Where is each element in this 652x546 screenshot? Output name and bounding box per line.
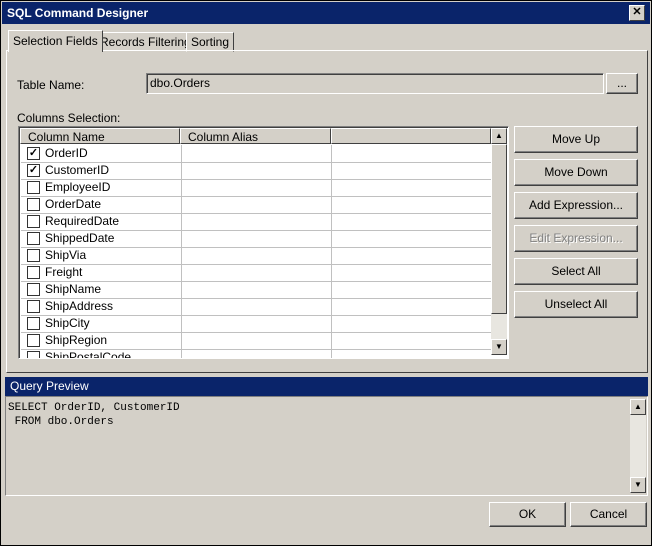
table-row[interactable]: ShippedDate bbox=[21, 230, 491, 248]
sql-command-designer-window: SQL Command Designer ✕ Selection Fields … bbox=[0, 0, 652, 546]
column-checkbox[interactable] bbox=[27, 249, 40, 262]
table-row[interactable]: Freight bbox=[21, 264, 491, 282]
cell-divider bbox=[181, 213, 182, 230]
column-name-cell: Freight bbox=[45, 265, 83, 279]
query-preview-header: Query Preview bbox=[5, 377, 648, 396]
title-bar: SQL Command Designer ✕ bbox=[2, 2, 650, 24]
cell-divider bbox=[331, 332, 332, 349]
cell-divider bbox=[331, 281, 332, 298]
grid-scrollbar[interactable]: ▲ ▼ bbox=[491, 128, 507, 355]
column-name-cell: ShipCity bbox=[45, 316, 90, 330]
query-preview-scrollbar[interactable]: ▲ ▼ bbox=[630, 399, 646, 493]
column-checkbox[interactable] bbox=[27, 334, 40, 347]
column-checkbox[interactable]: ✓ bbox=[27, 164, 40, 177]
cell-divider bbox=[331, 349, 332, 358]
tab-selection-fields[interactable]: Selection Fields bbox=[8, 30, 103, 52]
cell-divider bbox=[331, 247, 332, 264]
table-row[interactable]: EmployeeID bbox=[21, 179, 491, 197]
cell-divider bbox=[181, 230, 182, 247]
select-all-button[interactable]: Select All bbox=[514, 258, 638, 285]
cell-divider bbox=[331, 179, 332, 196]
table-row[interactable]: ShipCity bbox=[21, 315, 491, 333]
column-name-cell: ShippedDate bbox=[45, 231, 115, 245]
cell-divider bbox=[181, 179, 182, 196]
cell-divider bbox=[331, 230, 332, 247]
down-arrow-icon[interactable]: ▼ bbox=[630, 477, 646, 493]
close-button[interactable]: ✕ bbox=[629, 5, 645, 21]
column-checkbox[interactable] bbox=[27, 215, 40, 228]
down-arrow-icon[interactable]: ▼ bbox=[491, 339, 507, 355]
cell-divider bbox=[181, 332, 182, 349]
column-checkbox[interactable] bbox=[27, 351, 40, 358]
table-name-label: Table Name: bbox=[17, 78, 85, 92]
cell-divider bbox=[181, 162, 182, 179]
column-checkbox[interactable] bbox=[27, 181, 40, 194]
cell-divider bbox=[181, 315, 182, 332]
cell-divider bbox=[181, 281, 182, 298]
scroll-thumb[interactable] bbox=[491, 144, 507, 314]
table-row[interactable]: ShipRegion bbox=[21, 332, 491, 350]
browse-table-button[interactable]: ... bbox=[606, 73, 638, 94]
ok-button[interactable]: OK bbox=[489, 502, 566, 527]
column-name-cell: ShipPostalCode bbox=[45, 350, 132, 359]
column-name-cell: ShipVia bbox=[45, 248, 87, 262]
column-name-cell: ShipRegion bbox=[45, 333, 108, 347]
column-name-cell: EmployeeID bbox=[45, 180, 111, 194]
column-checkbox[interactable] bbox=[27, 266, 40, 279]
move-up-button[interactable]: Move Up bbox=[514, 126, 638, 153]
table-row[interactable]: ShipPostalCode bbox=[21, 349, 491, 359]
tab-records-filtering[interactable]: Records Filtering bbox=[95, 32, 196, 52]
cell-divider bbox=[331, 264, 332, 281]
cell-divider bbox=[331, 298, 332, 315]
move-down-button[interactable]: Move Down bbox=[514, 159, 638, 186]
column-checkbox[interactable] bbox=[27, 232, 40, 245]
table-row[interactable]: OrderDate bbox=[21, 196, 491, 214]
table-row[interactable]: ✓ OrderID bbox=[21, 145, 491, 163]
columns-grid: Column Name Column Alias ✓ OrderID ✓ Custom… bbox=[18, 126, 509, 359]
query-preview-box: SELECT OrderID, CustomerID FROM dbo.Orde… bbox=[5, 396, 648, 496]
table-row[interactable]: ShipVia bbox=[21, 247, 491, 265]
query-preview-text: SELECT OrderID, CustomerID FROM dbo.Orde… bbox=[8, 402, 180, 428]
cell-divider bbox=[181, 298, 182, 315]
column-header-alias[interactable]: Column Alias bbox=[180, 128, 331, 144]
column-header-filler bbox=[331, 128, 491, 144]
table-row[interactable]: ShipAddress bbox=[21, 298, 491, 316]
table-row[interactable]: ShipName bbox=[21, 281, 491, 299]
cell-divider bbox=[181, 196, 182, 213]
column-name-cell: ShipName bbox=[45, 282, 102, 296]
cell-divider bbox=[331, 315, 332, 332]
column-name-cell: RequiredDate bbox=[45, 214, 120, 228]
column-name-cell: OrderDate bbox=[45, 197, 102, 211]
tab-sorting[interactable]: Sorting bbox=[186, 32, 235, 52]
cell-divider bbox=[181, 247, 182, 264]
table-row[interactable]: RequiredDate bbox=[21, 213, 491, 231]
column-name-cell: OrderID bbox=[45, 146, 88, 160]
column-checkbox[interactable] bbox=[27, 300, 40, 313]
cancel-button[interactable]: Cancel bbox=[570, 502, 647, 527]
up-arrow-icon[interactable]: ▲ bbox=[630, 399, 646, 415]
add-expression-button[interactable]: Add Expression... bbox=[514, 192, 638, 219]
cell-divider bbox=[181, 145, 182, 162]
column-checkbox[interactable] bbox=[27, 198, 40, 211]
cell-divider bbox=[331, 196, 332, 213]
up-arrow-icon[interactable]: ▲ bbox=[491, 128, 507, 144]
column-checkbox[interactable] bbox=[27, 317, 40, 330]
unselect-all-button[interactable]: Unselect All bbox=[514, 291, 638, 318]
column-name-cell: ShipAddress bbox=[45, 299, 114, 313]
table-row[interactable]: ✓ CustomerID bbox=[21, 162, 491, 180]
columns-selection-label: Columns Selection: bbox=[17, 111, 121, 125]
table-name-field[interactable]: dbo.Orders bbox=[146, 73, 604, 94]
cell-divider bbox=[181, 349, 182, 358]
window-title: SQL Command Designer bbox=[7, 6, 149, 20]
column-checkbox[interactable]: ✓ bbox=[27, 147, 40, 160]
cell-divider bbox=[181, 264, 182, 281]
cell-divider bbox=[331, 162, 332, 179]
column-name-cell: CustomerID bbox=[45, 163, 110, 177]
edit-expression-button[interactable]: Edit Expression... bbox=[514, 225, 638, 252]
cell-divider bbox=[331, 145, 332, 162]
column-header-name[interactable]: Column Name bbox=[20, 128, 180, 144]
column-checkbox[interactable] bbox=[27, 283, 40, 296]
cell-divider bbox=[331, 213, 332, 230]
